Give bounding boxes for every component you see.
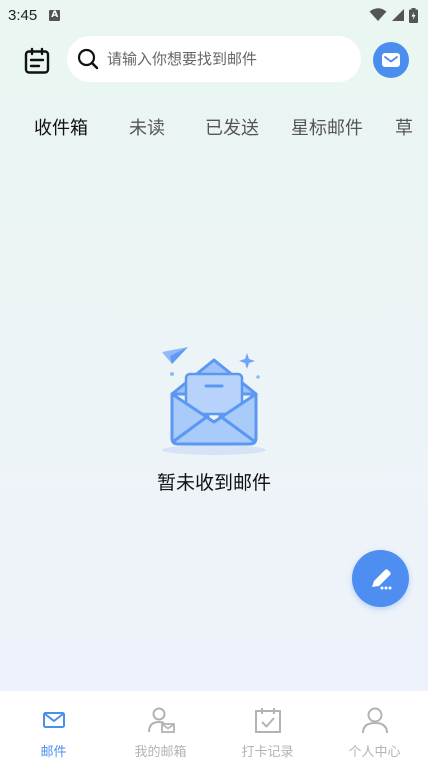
battery-icon	[409, 7, 418, 23]
mail-tabs: 收件箱 未读 已发送 星标邮件 草	[0, 106, 428, 146]
mail-button[interactable]	[373, 42, 409, 78]
status-icons	[369, 7, 418, 23]
search-icon	[77, 48, 99, 70]
nav-item-checkin[interactable]: 打卡记录	[214, 691, 321, 762]
nav-item-profile[interactable]: 个人中心	[321, 691, 428, 762]
tab-unread[interactable]: 未读	[129, 114, 165, 140]
nav-label-profile: 个人中心	[348, 745, 401, 760]
tab-drafts[interactable]: 草	[395, 114, 413, 140]
mail-icon	[382, 53, 400, 67]
status-bar: 3:45 A	[0, 0, 428, 30]
nav-item-mail[interactable]: 邮件	[0, 691, 107, 762]
nav-item-my-mailbox[interactable]: 我的邮箱	[107, 691, 214, 762]
status-time: 3:45	[8, 6, 38, 24]
wifi-icon	[369, 8, 387, 21]
calendar-button[interactable]	[20, 44, 54, 78]
edit-pencil-icon	[371, 568, 391, 589]
nav-label-my-mailbox: 我的邮箱	[134, 745, 187, 760]
notification-icon: A	[49, 9, 61, 21]
search-input[interactable]	[107, 50, 347, 68]
calendar-check-icon	[253, 705, 283, 735]
nav-label-mail: 邮件	[40, 745, 67, 760]
compose-button[interactable]	[352, 550, 409, 607]
tab-sent[interactable]: 已发送	[205, 114, 259, 140]
open-envelope-icon	[158, 344, 270, 460]
header	[0, 34, 428, 86]
user-mail-icon	[146, 705, 176, 735]
person-icon	[360, 705, 390, 735]
search-box[interactable]	[67, 36, 361, 82]
mail-icon	[39, 705, 69, 735]
bottom-nav: 邮件 我的邮箱 打卡记录 个人中心	[0, 691, 428, 762]
empty-state-message: 暂未收到邮件	[156, 472, 271, 494]
signal-icon	[392, 9, 404, 21]
tab-inbox[interactable]: 收件箱	[34, 114, 88, 140]
calendar-icon	[24, 47, 50, 74]
nav-label-checkin: 打卡记录	[241, 745, 294, 760]
tab-starred[interactable]: 星标邮件	[291, 114, 363, 140]
